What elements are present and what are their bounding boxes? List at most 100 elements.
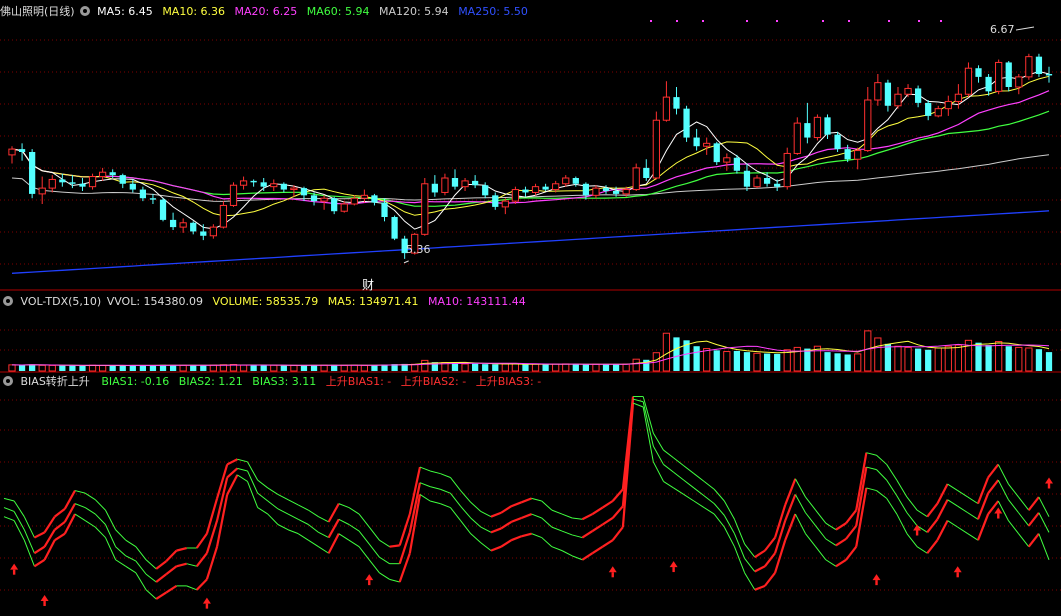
candle-body <box>38 187 46 195</box>
bias-panel[interactable] <box>3 396 1053 609</box>
volume-bar <box>985 345 992 371</box>
candle <box>864 87 872 152</box>
up-arrow-head <box>953 566 962 573</box>
bias3-segment <box>916 509 928 518</box>
candle-body <box>713 143 720 163</box>
bias3-segment <box>967 496 979 505</box>
volume-bar <box>88 364 97 372</box>
candle-body <box>219 204 228 228</box>
candle <box>280 182 287 193</box>
bias3-segment <box>358 513 370 528</box>
candle-body <box>179 222 187 228</box>
ma20-line <box>11 90 1050 205</box>
bias2-segment <box>33 545 46 555</box>
ma10-value: MA10: 6.36 <box>162 5 226 18</box>
candle-body <box>592 187 600 196</box>
volume-value: VOLUME: 58535.79 <box>212 295 319 308</box>
volume-bar <box>713 350 720 371</box>
price-panel[interactable] <box>8 20 1053 274</box>
candle <box>693 128 700 151</box>
up-arrow-head <box>202 597 211 604</box>
candle <box>200 224 207 241</box>
bias3-segment <box>277 494 289 501</box>
up-arrow-stem <box>368 580 371 586</box>
settings-gear-icon[interactable] <box>3 376 13 386</box>
candle-body <box>844 149 851 160</box>
candle-body <box>159 199 167 220</box>
candle <box>673 87 680 115</box>
candle-body <box>461 180 469 188</box>
volume-bar <box>743 352 751 371</box>
volume-bar <box>844 354 851 371</box>
settings-gear-icon[interactable] <box>3 296 13 306</box>
candle-body <box>48 178 56 189</box>
settings-gear-icon[interactable] <box>79 6 90 16</box>
candle-body <box>964 67 973 95</box>
bias3-segment <box>734 519 746 545</box>
volume-bar <box>38 364 46 372</box>
candle-body <box>129 183 136 190</box>
up-arrow-head <box>40 595 49 602</box>
candle <box>1015 74 1023 95</box>
bias3-segment <box>713 488 725 502</box>
candle-body <box>340 203 348 212</box>
bias3-segment <box>774 504 787 538</box>
candle <box>592 185 600 199</box>
bias1-segment <box>74 513 86 522</box>
up-arrow-icon <box>913 524 922 536</box>
bias2-segment <box>74 503 86 508</box>
candle <box>652 111 660 180</box>
bias1-segment <box>440 503 451 508</box>
bias1-segment <box>744 572 756 591</box>
bias3-segment <box>906 496 918 511</box>
bias3-segment <box>876 454 888 465</box>
bias1-segment <box>470 533 482 544</box>
bias2-segment <box>1018 512 1030 527</box>
bias2-segment <box>368 543 380 558</box>
up-bias2-value: 上升BIAS2: - <box>400 375 467 388</box>
volume-bar <box>421 359 429 372</box>
volume-bar <box>451 362 459 371</box>
candle-body <box>290 187 298 191</box>
candle-body <box>995 61 1003 92</box>
stock-title: 佛山照明(日线) <box>0 5 75 18</box>
candle-body <box>200 231 207 236</box>
bias1-segment <box>237 474 248 482</box>
bias1-segment <box>551 546 563 552</box>
volume-bar <box>572 364 579 371</box>
volume-bar <box>320 364 328 372</box>
candle-body <box>431 183 438 193</box>
financial-report-marker[interactable]: 财 <box>362 276 374 293</box>
bias3-segment <box>389 544 400 548</box>
up-arrow-icon <box>365 574 374 586</box>
bias-legend: BIAS转折上升 BIAS1: -0.16 BIAS2: 1.21 BIAS3:… <box>0 374 547 390</box>
candle-body <box>562 177 570 185</box>
bias2-segment <box>429 486 441 490</box>
volume-bar <box>562 363 570 372</box>
candle-body <box>18 149 26 152</box>
bias1-segment <box>541 537 553 548</box>
candle-body <box>239 180 248 186</box>
bias1-segment <box>84 520 96 528</box>
volume-panel[interactable] <box>8 330 1053 372</box>
bias3-segment <box>1018 496 1030 511</box>
candle-body <box>260 182 267 187</box>
volume-bar <box>260 365 267 371</box>
bias2-segment <box>165 565 178 575</box>
candle <box>964 62 973 98</box>
volume-bar <box>59 365 66 371</box>
bias1-segment <box>825 559 837 567</box>
candle-body <box>904 87 912 95</box>
candle-body <box>280 183 287 190</box>
bias3-segment <box>287 499 299 506</box>
bias2-segment <box>805 512 817 527</box>
candle <box>219 201 228 229</box>
bias2-segment <box>186 563 197 567</box>
up-arrow-stem <box>672 567 675 573</box>
volume-bar <box>119 365 126 371</box>
candle-body <box>804 123 811 138</box>
bias2-segment <box>866 466 877 471</box>
volume-bar <box>79 365 86 371</box>
volume-bar <box>149 365 157 371</box>
bias3-segment <box>896 479 908 498</box>
